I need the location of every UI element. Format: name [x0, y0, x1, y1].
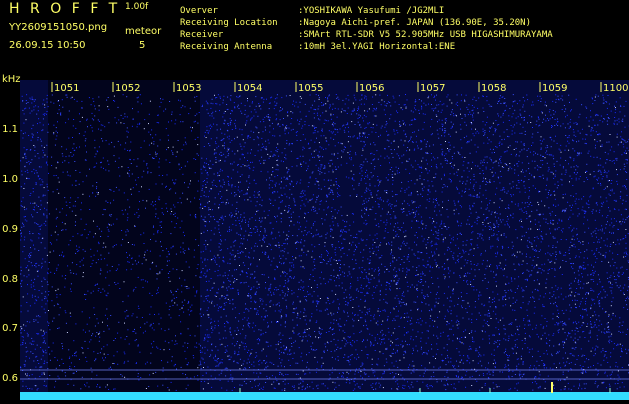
x-tick-label: 1054 [237, 83, 262, 94]
info-value: :SMArt RTL-SDR V5 52.905MHz USB HIGASHIM… [298, 30, 553, 40]
info-row-receiver: Receiver:SMArt RTL-SDR V5 52.905MHz USB … [180, 30, 553, 40]
x-tick-label: 1057 [420, 83, 445, 94]
app-title: HROFFT [9, 1, 128, 17]
timestamp-label: 26.09.15 10:50 [9, 40, 86, 51]
y-tick-label: 1.1 [0, 124, 18, 135]
info-key: Receiving Antenna [180, 42, 298, 52]
info-value: :10mH 3el.YAGI Horizontal:ENE [298, 42, 455, 52]
waterfall-plot: 1051 1052 1053 1054 1055 1056 1057 1058 1059 1100 [20, 80, 629, 400]
y-axis-unit: kHz [2, 74, 21, 85]
meteor-count: 5 [139, 40, 145, 51]
info-row-location: Receiving Location:Nagoya Aichi-pref. JA… [180, 18, 531, 28]
y-tick-label: 0.9 [0, 224, 18, 235]
waterfall-svg: 1051 1052 1053 1054 1055 1056 1057 1058 1059 1100 [20, 80, 629, 400]
y-tick-label: 1.0 [0, 174, 18, 185]
version-label: 1.00f [125, 2, 148, 12]
header-panel: HROFFT 1.00f YY2609151050.png 26.09.15 1… [0, 0, 629, 78]
info-key: Receiving Location [180, 18, 298, 28]
filename-label: YY2609151050.png [9, 22, 107, 33]
info-key: Receiver [180, 30, 298, 40]
meteor-label: meteor [125, 26, 161, 37]
info-key: Overver [180, 6, 298, 16]
x-tick-label: 1051 [54, 83, 79, 94]
x-tick-label: 1100 [603, 83, 628, 94]
info-row-antenna: Receiving Antenna:10mH 3el.YAGI Horizont… [180, 42, 455, 52]
info-value: :Nagoya Aichi-pref. JAPAN (136.90E, 35.2… [298, 18, 531, 28]
info-row-observer: Overver:YOSHIKAWA Yasufumi /JG2MLI [180, 6, 444, 16]
y-tick-label: 0.6 [0, 373, 18, 384]
y-tick-label: 0.8 [0, 274, 18, 285]
x-tick-label: 1059 [542, 83, 567, 94]
x-tick-label: 1053 [176, 83, 201, 94]
x-tick-label: 1052 [115, 83, 140, 94]
info-value: :YOSHIKAWA Yasufumi /JG2MLI [298, 6, 444, 16]
x-tick-label: 1055 [298, 83, 323, 94]
spectrum-baseline [20, 392, 629, 400]
x-tick-label: 1056 [359, 83, 384, 94]
y-tick-label: 0.7 [0, 323, 18, 334]
x-tick-label: 1058 [481, 83, 506, 94]
